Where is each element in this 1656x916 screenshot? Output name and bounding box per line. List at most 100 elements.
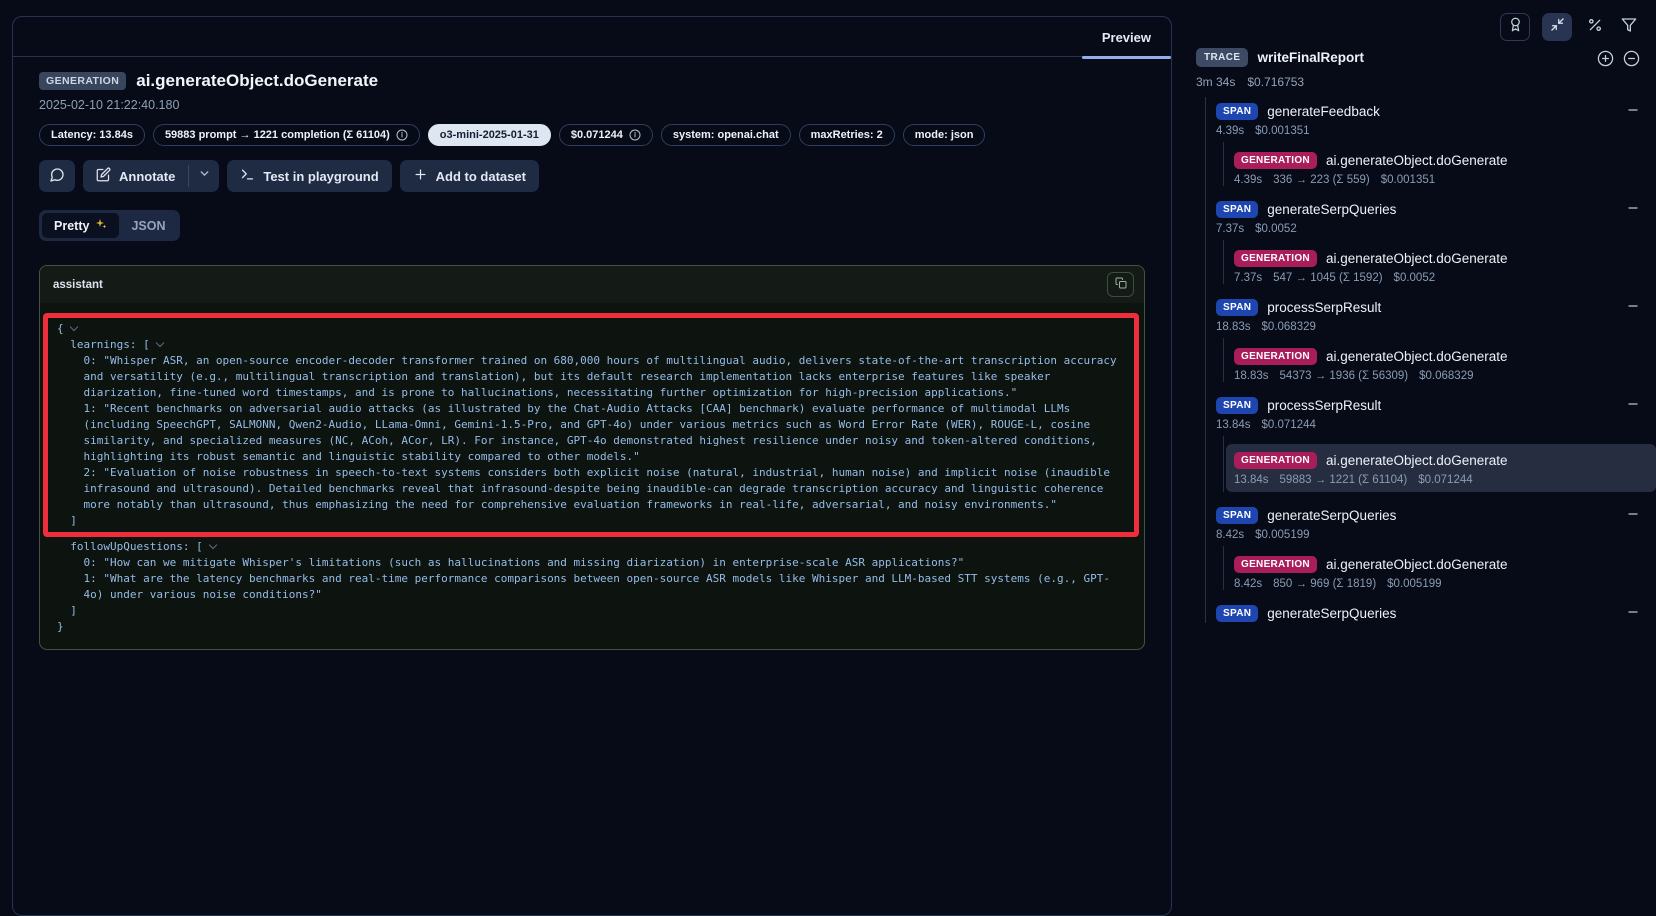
trace-cost: $0.716753 [1247, 75, 1304, 89]
add-to-dataset-button[interactable]: Add to dataset [400, 160, 539, 192]
json-learnings-key[interactable]: learnings: [ [57, 337, 1125, 353]
trace-metrics: 3m 34s $0.716753 [1196, 75, 1656, 89]
collapse-node-icon[interactable] [1626, 397, 1640, 411]
metadata-pill[interactable]: 59883 prompt → 1221 completion (Σ 61104) [153, 124, 420, 146]
tree-item-duration: 18.83s [1234, 370, 1269, 382]
tree-item-ai.generateObject.doGenerate[interactable]: GENERATION ai.generateObject.doGenerate … [1234, 248, 1656, 284]
tree-item-generateSerpQueries[interactable]: SPAN generateSerpQueries 8.42s $0.005199 [1216, 505, 1656, 541]
annotate-scores-button[interactable] [1500, 13, 1530, 41]
tree-item-cost: $0.0052 [1394, 272, 1436, 284]
percent-icon [1587, 17, 1603, 38]
tree-item-ai.generateObject.doGenerate[interactable]: GENERATION ai.generateObject.doGenerate … [1226, 444, 1656, 492]
collapse-node-icon[interactable] [1626, 103, 1640, 117]
metadata-pill[interactable]: maxRetries: 2 [799, 124, 895, 146]
chat-bubble-icon [49, 167, 65, 186]
tree-item-processSerpResult[interactable]: SPAN processSerpResult 18.83s $0.068329 [1216, 297, 1656, 333]
tree-item-tokens: 336 → 223 (Σ 559) [1273, 174, 1370, 186]
tree-item-duration: 4.39s [1216, 125, 1244, 137]
model-pill[interactable]: o3-mini-2025-01-31 [428, 124, 551, 146]
collapse-node-icon[interactable] [1626, 507, 1640, 521]
terminal-icon [240, 167, 255, 185]
info-icon[interactable] [396, 129, 408, 141]
tree-item-ai.generateObject.doGenerate[interactable]: GENERATION ai.generateObject.doGenerate … [1234, 554, 1656, 590]
tree-item-generateFeedback[interactable]: SPAN generateFeedback 4.39s $0.001351 [1216, 101, 1656, 137]
tree-item-ai.generateObject.doGenerate[interactable]: GENERATION ai.generateObject.doGenerate … [1234, 150, 1656, 186]
percent-view-button[interactable] [1584, 13, 1606, 41]
tree-item-duration: 7.37s [1216, 223, 1244, 235]
tree-item-type-badge: SPAN [1216, 201, 1258, 218]
playground-button-label: Test in playground [263, 169, 378, 184]
tree-item-type-badge: GENERATION [1234, 348, 1317, 365]
tree-item-duration: 18.83s [1216, 321, 1251, 333]
assistant-panel-content: {learnings: [0: "Whisper ASR, an open-so… [40, 303, 1144, 649]
tree-guide-line [1205, 97, 1206, 623]
page-title: ai.generateObject.doGenerate [136, 71, 378, 91]
collapse-caret-icon[interactable] [69, 323, 77, 331]
tree-item-duration: 8.42s [1234, 578, 1262, 590]
comment-button[interactable] [39, 160, 75, 192]
tree-item-duration: 4.39s [1234, 174, 1262, 186]
minimize-icon [1550, 17, 1565, 37]
collapse-caret-icon[interactable] [208, 541, 216, 549]
json-array-item: 0: "How can we mitigate Whisper's limita… [57, 555, 1125, 571]
tree-item-cost: $0.071244 [1262, 419, 1316, 431]
toggle-pretty[interactable]: Pretty [42, 213, 119, 238]
collapse-node-icon[interactable] [1626, 299, 1640, 313]
collapse-caret-icon[interactable] [155, 339, 163, 347]
tree-item-generateSerpQueries[interactable]: SPAN generateSerpQueries 7.37s $0.0052 [1216, 199, 1656, 235]
annotate-button[interactable]: Annotate [83, 160, 188, 192]
trace-root-row[interactable]: TRACE writeFinalReport [1196, 48, 1656, 67]
collapse-panel-button[interactable] [1542, 13, 1572, 41]
tree-item-name: ai.generateObject.doGenerate [1326, 557, 1508, 572]
chevron-down-icon [198, 167, 211, 185]
expand-all-button[interactable] [1597, 50, 1614, 70]
view-format-toggle: Pretty JSON [39, 210, 180, 241]
tree-item-type-badge: SPAN [1216, 605, 1258, 622]
tree-item-name: generateSerpQueries [1267, 202, 1396, 217]
filter-button[interactable] [1618, 13, 1640, 41]
metadata-pill[interactable]: mode: json [903, 124, 986, 146]
playground-button[interactable]: Test in playground [227, 160, 391, 192]
tree-item-name: generateSerpQueries [1267, 606, 1396, 621]
tree-item-name: processSerpResult [1267, 300, 1381, 315]
info-icon[interactable] [629, 129, 641, 141]
toggle-json-label: JSON [131, 219, 165, 233]
json-array-close: ] [57, 603, 1125, 619]
tree-item-generateSerpQueries[interactable]: SPAN generateSerpQueries [1216, 603, 1656, 623]
action-buttons-row: Annotate Test in playground [39, 160, 1145, 192]
json-root-open[interactable]: { [57, 321, 1125, 337]
filter-icon [1621, 17, 1637, 38]
tree-item-duration: 8.42s [1216, 529, 1244, 541]
tree-item-type-badge: SPAN [1216, 397, 1258, 414]
plus-icon [413, 167, 428, 185]
tree-item-processSerpResult[interactable]: SPAN processSerpResult 13.84s $0.071244 [1216, 395, 1656, 431]
title-row: GENERATION ai.generateObject.doGenerate [39, 71, 1145, 91]
json-followups-key[interactable]: followUpQuestions: [ [57, 539, 1125, 555]
tab-preview[interactable]: Preview [1082, 17, 1171, 57]
tree-item-cost: $0.005199 [1255, 529, 1309, 541]
metadata-pill[interactable]: system: openai.chat [661, 124, 791, 146]
toggle-pretty-label: Pretty [54, 219, 89, 233]
annotate-dropdown-toggle[interactable] [189, 160, 219, 192]
tree-item-cost: $0.071244 [1418, 474, 1472, 486]
tree-item-duration: 13.84s [1216, 419, 1251, 431]
copy-button[interactable] [1107, 272, 1134, 297]
collapse-node-icon[interactable] [1626, 605, 1640, 619]
toggle-json[interactable]: JSON [119, 213, 177, 238]
tree-item-duration: 13.84s [1234, 474, 1269, 486]
annotate-split-button: Annotate [83, 160, 219, 192]
award-icon [1508, 17, 1523, 37]
trace-duration: 3m 34s [1196, 75, 1235, 89]
tree-item-name: ai.generateObject.doGenerate [1326, 453, 1508, 468]
tree-item-type-badge: GENERATION [1234, 452, 1317, 469]
tree-item-name: processSerpResult [1267, 398, 1381, 413]
observation-type-badge: GENERATION [39, 72, 126, 90]
collapse-node-icon[interactable] [1626, 201, 1640, 215]
collapse-all-button[interactable] [1623, 50, 1640, 70]
tree-item-type-badge: SPAN [1216, 103, 1258, 120]
metadata-pill[interactable]: Latency: 13.84s [39, 124, 145, 146]
annotation-highlight-box: {learnings: [0: "Whisper ASR, an open-so… [43, 313, 1139, 537]
tree-item-ai.generateObject.doGenerate[interactable]: GENERATION ai.generateObject.doGenerate … [1234, 346, 1656, 382]
tree-item-tokens: 850 → 969 (Σ 1819) [1273, 578, 1376, 590]
metadata-pill[interactable]: $0.071244 [559, 124, 653, 146]
